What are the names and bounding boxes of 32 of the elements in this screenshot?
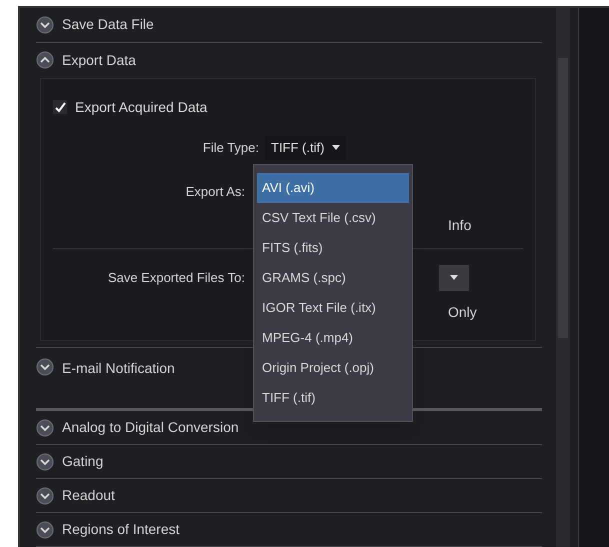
expand-icon (36, 452, 54, 470)
field-label: Save Exported Files To: (106, 269, 246, 288)
expand-icon (36, 418, 54, 436)
menu-item[interactable]: FITS (.fits) (257, 233, 409, 263)
menu-item[interactable]: AVI (.avi) (257, 173, 409, 203)
option-label: Info (448, 216, 472, 236)
menu-item[interactable]: Origin Project (.opj) (257, 353, 409, 383)
menu-item[interactable]: IGOR Text File (.itx) (257, 293, 409, 323)
menu-item[interactable]: CSV Text File (.csv) (257, 203, 409, 233)
section-header[interactable]: Regions of Interest (36, 513, 542, 547)
menu-item[interactable]: MPEG-4 (.mp4) (257, 323, 409, 353)
section-header[interactable]: Readout (36, 479, 542, 513)
checkbox[interactable] (53, 100, 67, 114)
field-label: File Type: (202, 139, 260, 158)
menu-item[interactable]: TIFF (.tif) (257, 383, 409, 413)
folder-select[interactable] (439, 264, 469, 291)
section-header[interactable]: Gating (36, 445, 542, 479)
field-label: Export As: (184, 183, 246, 202)
expand-icon (36, 358, 54, 376)
option-label: Only (448, 303, 477, 322)
collapse-icon (36, 51, 54, 70)
export-checkbox[interactable]: Export Acquired Data (53, 96, 523, 118)
file-type-select[interactable]: TIFF (.tif) (265, 136, 346, 160)
check-icon (54, 102, 66, 113)
section-header[interactable]: Export Data (36, 42, 542, 78)
expand-icon (36, 520, 54, 538)
expand-icon (36, 486, 54, 504)
caret-icon (450, 275, 458, 280)
section-header[interactable]: Save Data File (36, 8, 542, 43)
expand-icon (36, 16, 54, 34)
caret-icon (332, 145, 340, 150)
menu-item[interactable]: GRAMS (.spc) (257, 263, 409, 293)
